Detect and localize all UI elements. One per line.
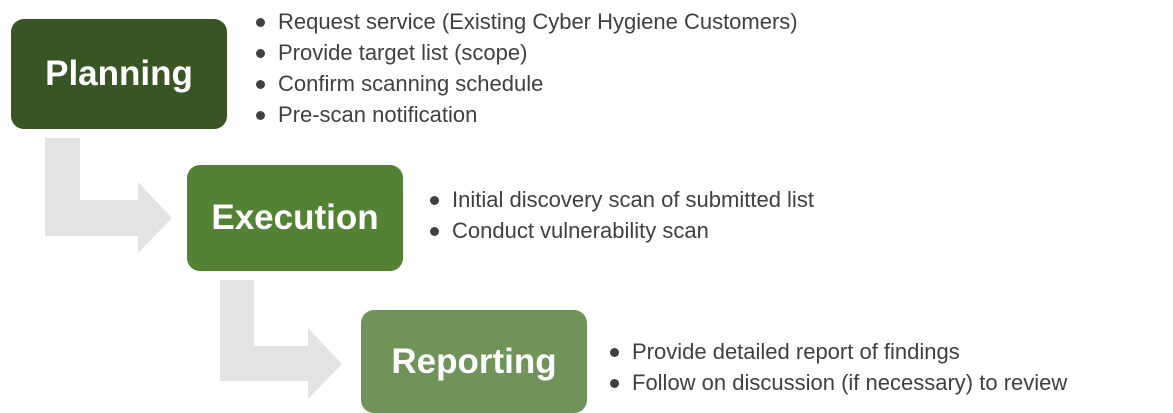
reporting-bullet-list: Provide detailed report of findings Foll… [610, 336, 1067, 398]
list-item: Request service (Existing Cyber Hygiene … [256, 6, 798, 37]
planning-box: Planning [11, 19, 227, 129]
bent-arrow-execution-to-reporting [220, 280, 342, 399]
execution-bullet-list: Initial discovery scan of submitted list… [430, 184, 814, 246]
process-diagram: Planning Request service (Existing Cyber… [0, 0, 1173, 413]
planning-label: Planning [45, 54, 193, 93]
list-item: Follow on discussion (if necessary) to r… [610, 367, 1067, 398]
list-item: Pre-scan notification [256, 99, 798, 130]
bent-arrow-planning-to-execution [45, 138, 172, 253]
list-item: Initial discovery scan of submitted list [430, 184, 814, 215]
list-item: Provide target list (scope) [256, 37, 798, 68]
list-item: Conduct vulnerability scan [430, 215, 814, 246]
planning-bullet-list: Request service (Existing Cyber Hygiene … [256, 6, 798, 130]
reporting-label: Reporting [391, 341, 557, 381]
reporting-box: Reporting [361, 310, 587, 413]
execution-box: Execution [187, 165, 403, 271]
list-item: Provide detailed report of findings [610, 336, 1067, 367]
list-item: Confirm scanning schedule [256, 68, 798, 99]
execution-label: Execution [211, 198, 379, 237]
